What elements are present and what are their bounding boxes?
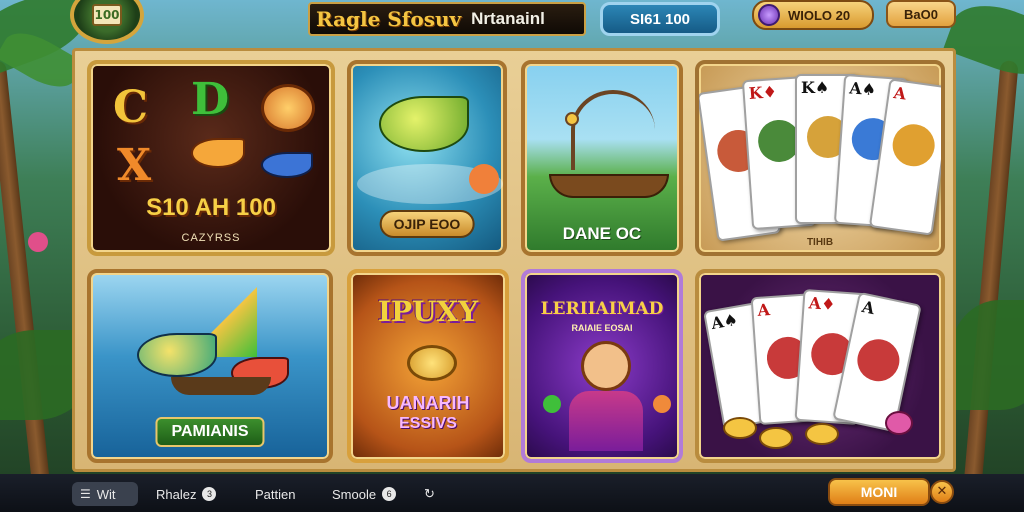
card-rank: A xyxy=(756,300,771,320)
slot-symbol-d: D xyxy=(191,74,230,125)
tile-title: PAMIANIS xyxy=(155,417,265,447)
coin-icon xyxy=(759,427,793,449)
nav-badge: 3 xyxy=(202,487,217,501)
left-palm-trunk xyxy=(0,60,51,490)
boat-hull xyxy=(171,377,271,395)
game-tile-character[interactable]: LERIIAIMAD RAIAIE EOSAI xyxy=(521,269,683,463)
refresh-icon: ↻ xyxy=(424,486,435,501)
card-rank: A xyxy=(860,296,877,319)
coral-icon xyxy=(469,164,499,194)
gem-icon xyxy=(758,4,780,26)
lantern-icon xyxy=(565,112,579,126)
nav-item-refresh[interactable]: ↻ xyxy=(424,482,435,506)
gem-icon xyxy=(885,411,913,435)
boat-hull xyxy=(549,174,669,198)
card-rank: A♦ xyxy=(808,293,837,315)
nav-label: Rhalez xyxy=(156,486,197,502)
tile-subtitle: TIHIB xyxy=(806,237,834,248)
slot-symbol-fish-orange xyxy=(191,138,245,168)
gem-icon xyxy=(543,395,561,413)
boat-sail xyxy=(571,90,655,170)
character-body xyxy=(569,391,643,451)
nav-label: Pattien xyxy=(255,486,296,502)
right-palm-trunk xyxy=(963,60,1019,490)
slot-symbol-fish-blue xyxy=(261,152,313,178)
slot-symbol-c: C xyxy=(113,82,149,133)
coin-icon xyxy=(723,417,757,439)
fish-illustration xyxy=(137,333,217,377)
nav-item-pattien[interactable]: Pattien xyxy=(255,482,295,506)
tile-title: LERIIAIMAD xyxy=(540,299,664,319)
title-primary: Ragle Sfosuv xyxy=(316,7,462,31)
game-grid: C D X S10 AH 100 CAZYRSS OJIP EOO DANE O… xyxy=(72,48,956,472)
nav-item-smoole[interactable]: Smoole 6 xyxy=(332,482,397,506)
coin-icon xyxy=(407,345,457,381)
card-rank: A♠ xyxy=(848,78,877,100)
app-logo[interactable]: 100 xyxy=(70,0,144,44)
fish-illustration xyxy=(379,96,469,152)
title-banner: Ragle Sfosuv Nrtanainl xyxy=(308,2,586,36)
bottom-nav-bar: ☰ Wit Rhalez 3 Pattien Smoole 6 ↻ MONI ✕ xyxy=(0,474,1024,512)
card-rank: K♠ xyxy=(801,78,830,97)
right-bush xyxy=(950,300,1024,410)
card-rank: A xyxy=(892,83,908,104)
nav-item-wit[interactable]: ☰ Wit xyxy=(72,482,138,506)
coins-display[interactable]: WIOLO 20 xyxy=(752,0,874,30)
nav-item-rhalez[interactable]: Rhalez 3 xyxy=(156,482,217,506)
coins-value: WIOLO 20 xyxy=(788,7,851,23)
character-head xyxy=(581,341,631,391)
nav-label: Wit xyxy=(96,486,116,502)
tile-title: IPUXY xyxy=(377,295,479,328)
tile-title: OJIP EOO xyxy=(379,210,475,238)
slot-symbol-coin xyxy=(261,84,315,132)
game-tile-fish[interactable]: OJIP EOO xyxy=(347,60,507,256)
tile-title: DANE OC xyxy=(562,224,642,243)
game-tile-cards[interactable]: K♦ K♠ A♠ A TIHIB xyxy=(695,60,945,256)
tile-subtitle: UANARIH xyxy=(386,393,470,413)
game-tile-slots[interactable]: C D X S10 AH 100 CAZYRSS xyxy=(87,60,335,256)
nav-label: Smoole xyxy=(332,486,377,502)
card-face xyxy=(889,121,938,169)
balance-display[interactable]: SI61 100 xyxy=(600,2,720,36)
tile-subtitle: RAIAIE EOSAI xyxy=(571,323,633,333)
game-tile-fishing[interactable]: PAMIANIS xyxy=(87,269,333,463)
game-tile-cards-2[interactable]: A♠ A A♦ A xyxy=(695,269,945,463)
card-rank: A♠ xyxy=(709,309,740,334)
nav-badge: 6 xyxy=(382,487,397,501)
title-secondary: Nrtanainl xyxy=(471,9,545,28)
card-rank: K♦ xyxy=(748,82,778,103)
gem-icon xyxy=(653,395,671,413)
card-face xyxy=(853,335,904,386)
coin-icon xyxy=(805,423,839,445)
slot-symbol-x: X xyxy=(117,140,152,191)
tile-subtitle: ESSIVS xyxy=(399,415,457,432)
logo-text: 100 xyxy=(92,4,122,26)
top-action-button[interactable]: BaO0 xyxy=(886,0,956,28)
bottom-action-button[interactable]: MONI xyxy=(828,478,930,506)
game-tile-boat[interactable]: DANE OC xyxy=(521,60,683,256)
tile-subtitle: CAZYRSS xyxy=(181,232,241,244)
menu-icon: ☰ xyxy=(80,487,91,501)
close-icon[interactable]: ✕ xyxy=(930,480,954,504)
left-flower xyxy=(28,232,48,252)
tile-title: S10 AH 100 xyxy=(146,194,276,221)
game-tile-lucky[interactable]: IPUXY UANARIH ESSIVS xyxy=(347,269,509,463)
